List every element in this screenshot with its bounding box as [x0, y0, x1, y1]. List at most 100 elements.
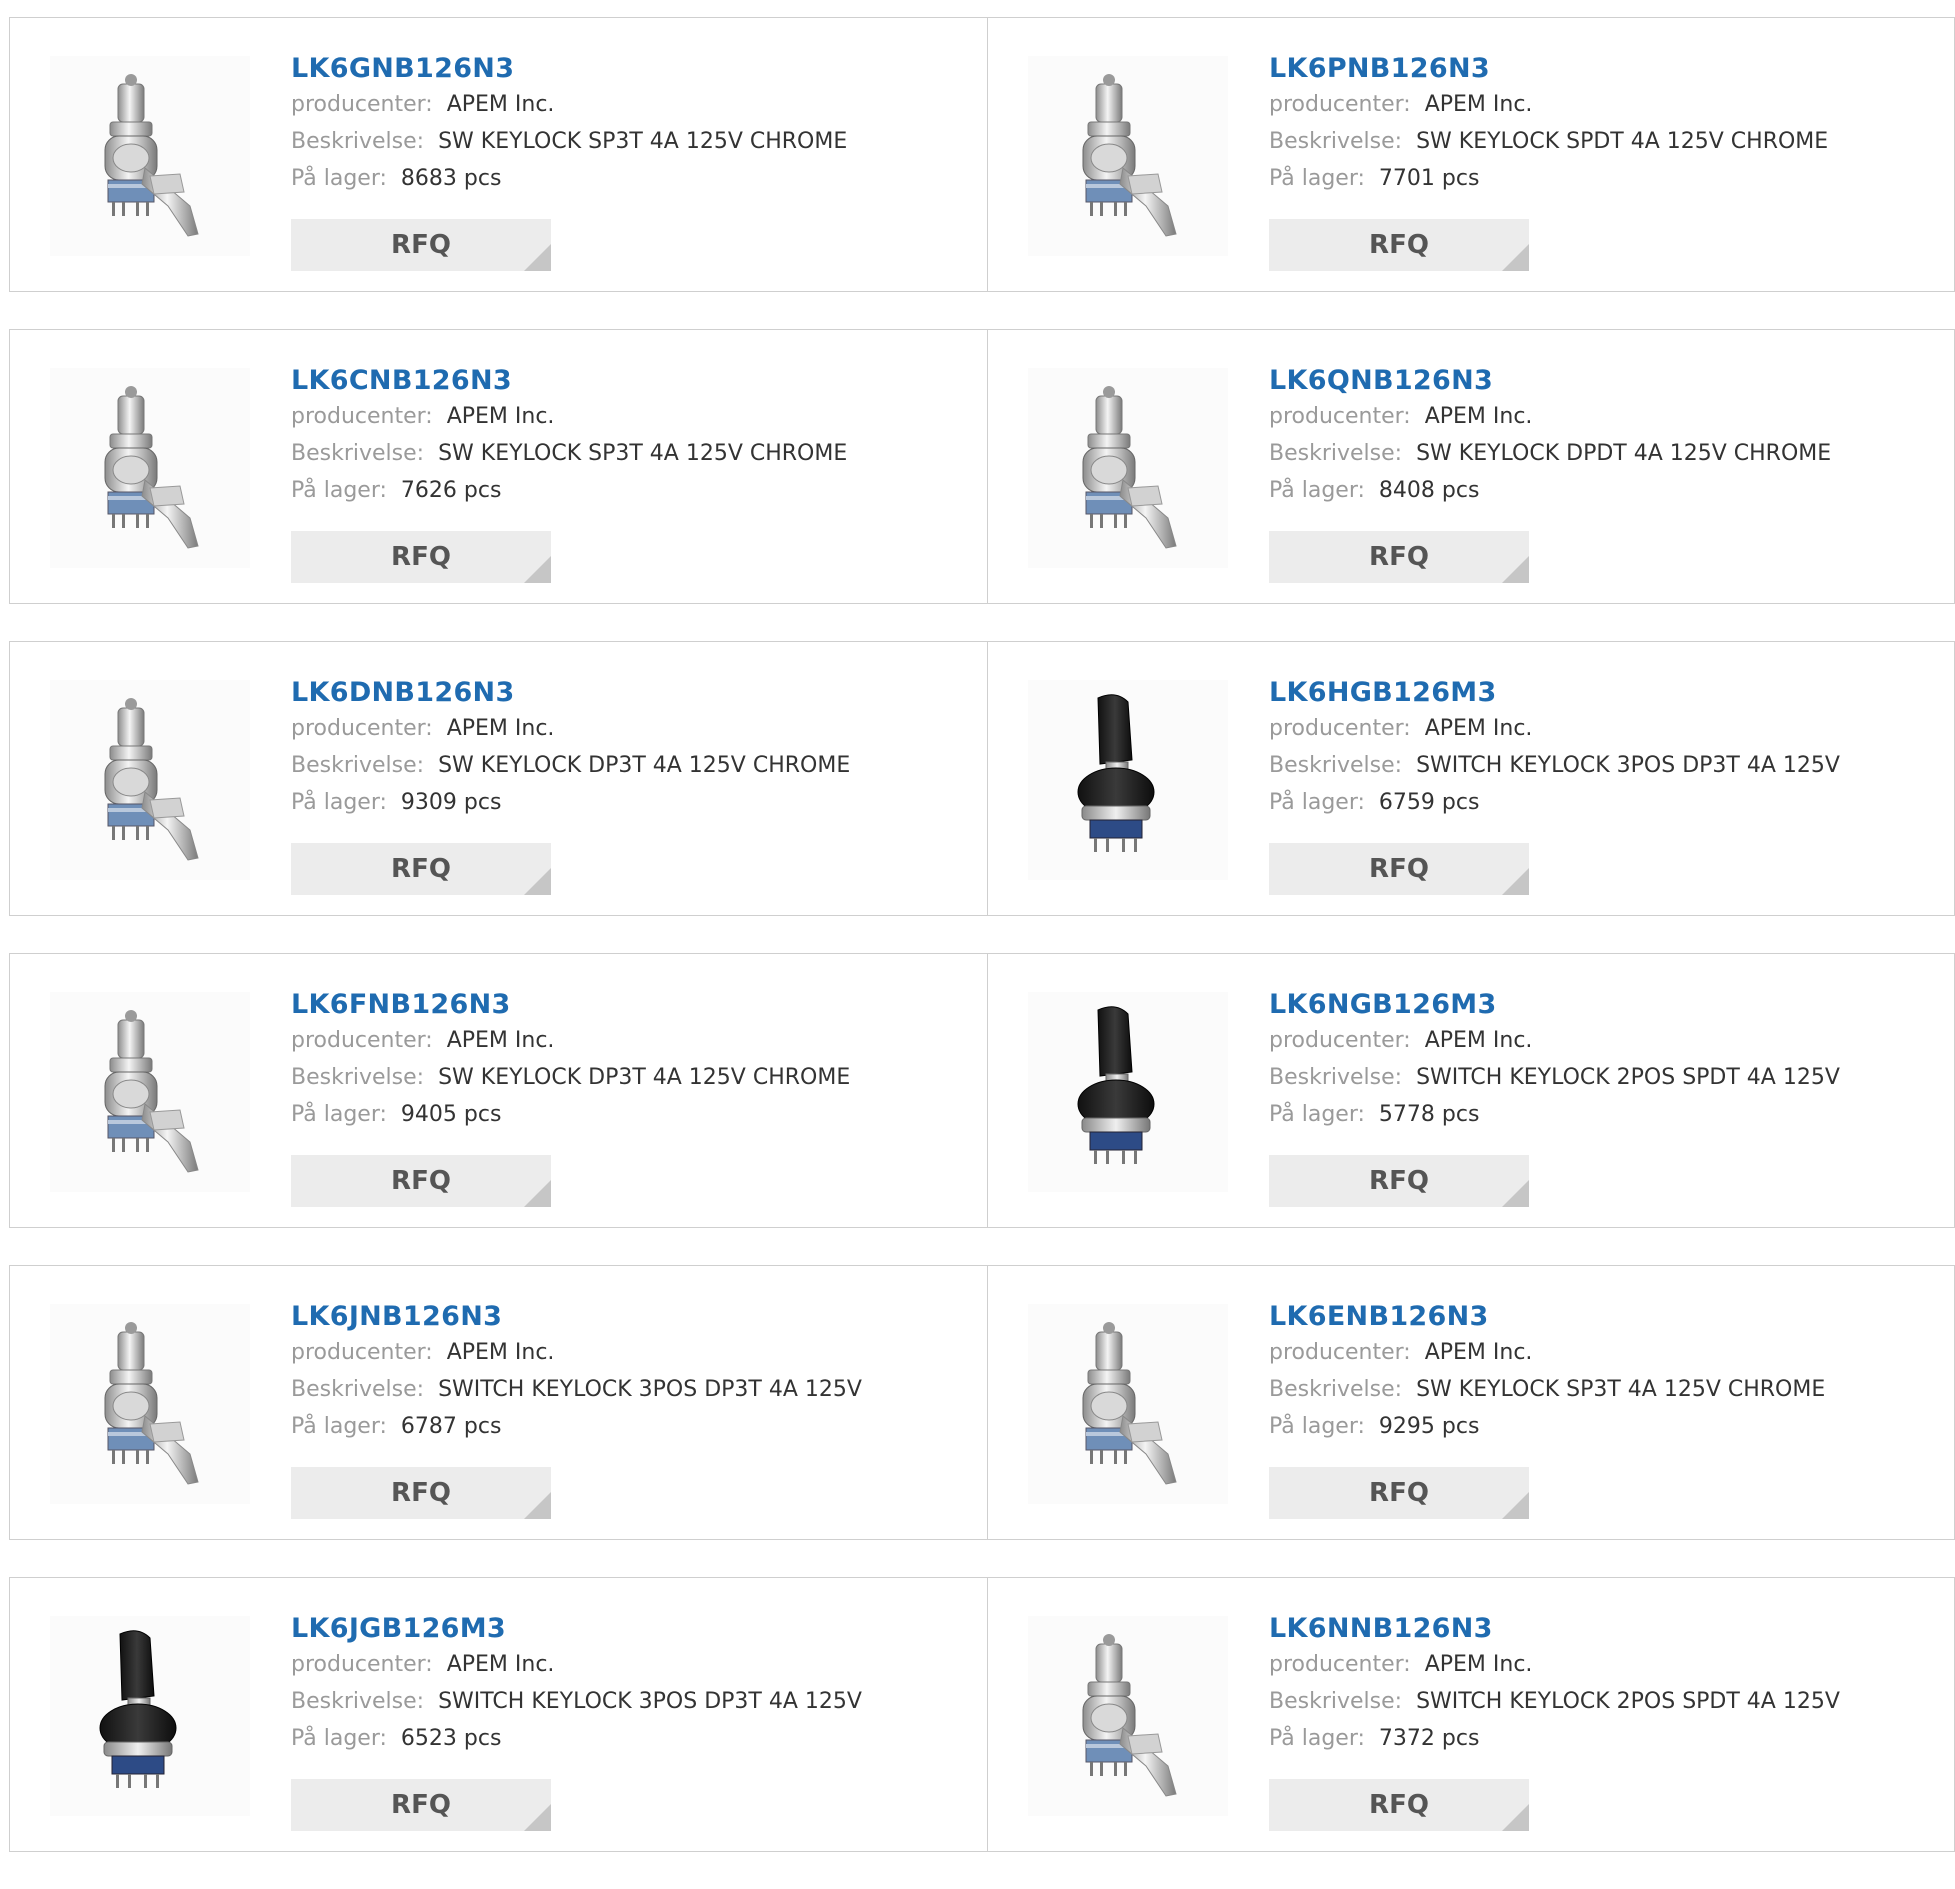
- rfq-button[interactable]: RFQ: [1269, 1155, 1529, 1207]
- product-card: LK6QNB126N3 producenter: APEM Inc. Beskri…: [988, 329, 1955, 604]
- chrome-keylock-switch-icon: [104, 698, 199, 861]
- product-image[interactable]: [50, 680, 250, 880]
- stock-line: På lager: 8408 pcs: [1269, 472, 1831, 509]
- description-line: Beskrivelse: SW KEYLOCK DPDT 4A 125V CHRO…: [1269, 435, 1831, 472]
- rfq-button[interactable]: RFQ: [1269, 843, 1529, 895]
- corner-triangle-icon: [1502, 244, 1529, 271]
- rfq-button[interactable]: RFQ: [291, 531, 551, 583]
- stock-label: På lager:: [291, 1726, 387, 1751]
- manufacturer-line: producenter: APEM Inc.: [1269, 86, 1828, 123]
- rfq-button[interactable]: RFQ: [1269, 531, 1529, 583]
- product-image[interactable]: [50, 1616, 250, 1816]
- part-number-link[interactable]: LK6ENB126N3: [1269, 1300, 1825, 1334]
- rfq-button[interactable]: RFQ: [291, 1155, 551, 1207]
- stock-value: 9405 pcs: [400, 1102, 502, 1127]
- stock-label: På lager:: [1269, 1726, 1365, 1751]
- corner-triangle-icon: [524, 1804, 551, 1831]
- part-number-link[interactable]: LK6NGB126M3: [1269, 988, 1840, 1022]
- part-number-link[interactable]: LK6GNB126N3: [291, 52, 847, 86]
- product-row: LK6FNB126N3 producenter: APEM Inc. Beskri…: [9, 953, 1955, 1228]
- rfq-label: RFQ: [391, 854, 451, 884]
- description-label: Beskrivelse:: [291, 1065, 425, 1090]
- rfq-button[interactable]: RFQ: [291, 843, 551, 895]
- part-number-link[interactable]: LK6QNB126N3: [1269, 364, 1831, 398]
- stock-label: På lager:: [1269, 790, 1365, 815]
- product-image[interactable]: [1028, 1304, 1228, 1504]
- product-row: LK6JNB126N3 producenter: APEM Inc. Beskri…: [9, 1265, 1955, 1540]
- manufacturer-label: producenter:: [1269, 92, 1411, 117]
- black-keylock-switch-icon: [1077, 694, 1155, 852]
- description-line: Beskrivelse: SW KEYLOCK DP3T 4A 125V CHRO…: [291, 1059, 850, 1096]
- product-image[interactable]: [1028, 56, 1228, 256]
- part-number-link[interactable]: LK6JNB126N3: [291, 1300, 862, 1334]
- rfq-label: RFQ: [1369, 1478, 1429, 1508]
- manufacturer-value: APEM Inc.: [1424, 1340, 1533, 1365]
- product-card: LK6ENB126N3 producenter: APEM Inc. Beskri…: [988, 1265, 1955, 1540]
- rfq-label: RFQ: [1369, 1166, 1429, 1196]
- manufacturer-label: producenter:: [1269, 1028, 1411, 1053]
- manufacturer-value: APEM Inc.: [446, 1028, 555, 1053]
- stock-label: På lager:: [291, 1414, 387, 1439]
- description-value: SW KEYLOCK DP3T 4A 125V CHROME: [438, 753, 851, 778]
- manufacturer-label: producenter:: [291, 1652, 433, 1677]
- product-card: LK6JGB126M3 producenter: APEM Inc. Beskri…: [9, 1577, 988, 1852]
- corner-triangle-icon: [1502, 556, 1529, 583]
- product-image[interactable]: [1028, 368, 1228, 568]
- rfq-button[interactable]: RFQ: [1269, 1779, 1529, 1831]
- stock-label: På lager:: [291, 790, 387, 815]
- chrome-keylock-switch-icon: [1082, 1322, 1177, 1485]
- manufacturer-label: producenter:: [1269, 1652, 1411, 1677]
- manufacturer-label: producenter:: [291, 1340, 433, 1365]
- description-line: Beskrivelse: SWITCH KEYLOCK 2POS SPDT 4A …: [1269, 1059, 1840, 1096]
- product-grid: LK6GNB126N3 producenter: APEM Inc. Beskri…: [9, 17, 1955, 1889]
- rfq-label: RFQ: [391, 1790, 451, 1820]
- rfq-label: RFQ: [391, 1166, 451, 1196]
- product-image[interactable]: [1028, 680, 1228, 880]
- rfq-button[interactable]: RFQ: [1269, 1467, 1529, 1519]
- product-image[interactable]: [50, 1304, 250, 1504]
- rfq-button[interactable]: RFQ: [291, 1779, 551, 1831]
- product-row: LK6GNB126N3 producenter: APEM Inc. Beskri…: [9, 17, 1955, 292]
- description-value: SW KEYLOCK SP3T 4A 125V CHROME: [438, 441, 848, 466]
- rfq-button[interactable]: RFQ: [291, 219, 551, 271]
- product-card: LK6DNB126N3 producenter: APEM Inc. Beskri…: [9, 641, 988, 916]
- product-info: LK6DNB126N3 producenter: APEM Inc. Beskri…: [291, 676, 850, 821]
- stock-label: På lager:: [291, 1102, 387, 1127]
- product-image[interactable]: [1028, 1616, 1228, 1816]
- product-image[interactable]: [50, 992, 250, 1192]
- product-row: LK6DNB126N3 producenter: APEM Inc. Beskri…: [9, 641, 1955, 916]
- product-image[interactable]: [50, 56, 250, 256]
- black-keylock-switch-icon: [99, 1630, 177, 1788]
- part-number-link[interactable]: LK6DNB126N3: [291, 676, 850, 710]
- product-info: LK6NGB126M3 producenter: APEM Inc. Beskri…: [1269, 988, 1840, 1133]
- rfq-label: RFQ: [1369, 854, 1429, 884]
- product-image[interactable]: [1028, 992, 1228, 1192]
- stock-line: På lager: 7372 pcs: [1269, 1720, 1840, 1757]
- stock-line: På lager: 6523 pcs: [291, 1720, 862, 1757]
- manufacturer-label: producenter:: [291, 404, 433, 429]
- description-line: Beskrivelse: SWITCH KEYLOCK 3POS DP3T 4A …: [291, 1371, 862, 1408]
- description-value: SWITCH KEYLOCK 3POS DP3T 4A 125V: [438, 1377, 862, 1402]
- manufacturer-label: producenter:: [291, 1028, 433, 1053]
- product-info: LK6NNB126N3 producenter: APEM Inc. Beskri…: [1269, 1612, 1840, 1757]
- part-number-link[interactable]: LK6HGB126M3: [1269, 676, 1840, 710]
- manufacturer-value: APEM Inc.: [446, 1340, 555, 1365]
- stock-label: På lager:: [1269, 1102, 1365, 1127]
- black-keylock-switch-icon: [1077, 1006, 1155, 1164]
- product-info: LK6JNB126N3 producenter: APEM Inc. Beskri…: [291, 1300, 862, 1445]
- product-card: LK6NGB126M3 producenter: APEM Inc. Beskri…: [988, 953, 1955, 1228]
- product-image[interactable]: [50, 368, 250, 568]
- part-number-link[interactable]: LK6JGB126M3: [291, 1612, 862, 1646]
- part-number-link[interactable]: LK6NNB126N3: [1269, 1612, 1840, 1646]
- product-card: LK6HGB126M3 producenter: APEM Inc. Beskri…: [988, 641, 1955, 916]
- stock-value: 8683 pcs: [400, 166, 502, 191]
- stock-value: 6787 pcs: [400, 1414, 502, 1439]
- manufacturer-value: APEM Inc.: [1424, 92, 1533, 117]
- part-number-link[interactable]: LK6PNB126N3: [1269, 52, 1828, 86]
- description-label: Beskrivelse:: [1269, 441, 1403, 466]
- part-number-link[interactable]: LK6FNB126N3: [291, 988, 850, 1022]
- stock-label: På lager:: [1269, 166, 1365, 191]
- part-number-link[interactable]: LK6CNB126N3: [291, 364, 847, 398]
- rfq-button[interactable]: RFQ: [1269, 219, 1529, 271]
- rfq-button[interactable]: RFQ: [291, 1467, 551, 1519]
